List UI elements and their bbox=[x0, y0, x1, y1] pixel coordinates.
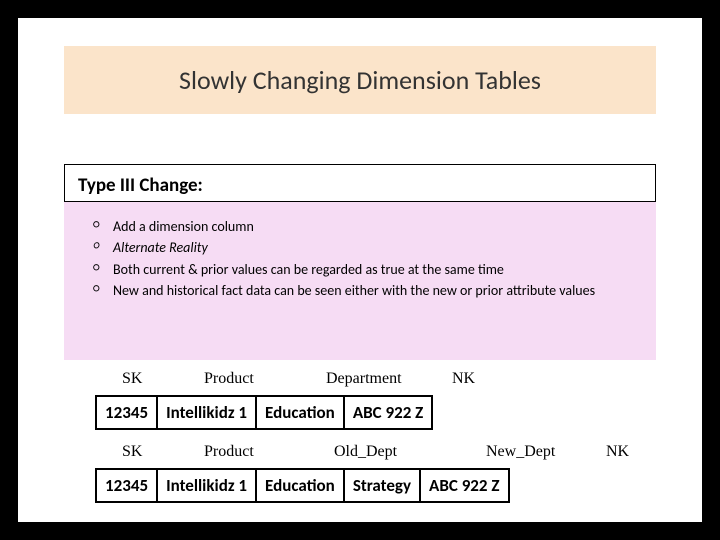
cell: Education bbox=[256, 396, 344, 429]
cell: 12345 bbox=[96, 469, 157, 502]
col-header: Department bbox=[326, 370, 452, 388]
cell: Intellikidz 1 bbox=[157, 469, 256, 502]
cell: ABC 922 Z bbox=[420, 469, 509, 502]
col-header: Product bbox=[204, 443, 334, 461]
table2-headers: SK Product Old_Dept New_Dept NK bbox=[122, 443, 686, 461]
slide-title: Slowly Changing Dimension Tables bbox=[179, 64, 541, 96]
table2: 12345 Intellikidz 1 Education Strategy A… bbox=[95, 468, 510, 503]
col-header: Product bbox=[204, 370, 326, 388]
col-header: NK bbox=[452, 370, 552, 388]
bullet-item: Add a dimension column bbox=[93, 217, 637, 237]
title-bar: Slowly Changing Dimension Tables bbox=[64, 46, 656, 114]
table1-headers: SK Product Department NK bbox=[122, 370, 552, 388]
bullets-box: Add a dimension column Alternate Reality… bbox=[64, 202, 656, 360]
cell: Strategy bbox=[344, 469, 420, 502]
cell: 12345 bbox=[96, 396, 157, 429]
col-header: SK bbox=[122, 370, 204, 388]
cell: Education bbox=[256, 469, 344, 502]
table-row: 12345 Intellikidz 1 Education Strategy A… bbox=[96, 469, 509, 502]
col-header: NK bbox=[606, 443, 686, 461]
cell: Intellikidz 1 bbox=[157, 396, 256, 429]
col-header: SK bbox=[122, 443, 204, 461]
table-row: 12345 Intellikidz 1 Education ABC 922 Z bbox=[96, 396, 432, 429]
slide: Slowly Changing Dimension Tables Type II… bbox=[18, 18, 702, 522]
table1: 12345 Intellikidz 1 Education ABC 922 Z bbox=[95, 395, 433, 430]
cell: ABC 922 Z bbox=[344, 396, 433, 429]
section-heading: Type III Change: bbox=[78, 174, 203, 197]
col-header: Old_Dept bbox=[334, 443, 486, 461]
bullet-item: Both current & prior values can be regar… bbox=[93, 260, 637, 280]
bullet-item: New and historical fact data can be seen… bbox=[93, 281, 637, 301]
bullet-list: Add a dimension column Alternate Reality… bbox=[93, 217, 637, 301]
col-header: New_Dept bbox=[486, 443, 606, 461]
bullet-item: Alternate Reality bbox=[93, 238, 637, 258]
